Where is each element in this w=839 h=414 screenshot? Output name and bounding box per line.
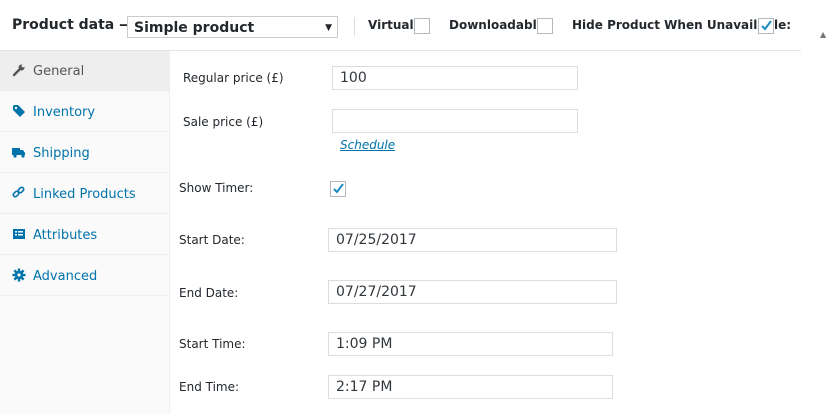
end-date-label: End Date: [179,286,239,300]
product-data-panel: Product data — Simple product ▼ Virtual:… [0,0,801,414]
virtual-checkbox[interactable] [414,18,430,34]
product-data-header: Product data — Simple product ▼ Virtual:… [0,0,801,51]
end-time-label: End Time: [179,380,240,394]
truck-icon [12,148,25,158]
tab-label: Linked Products [33,187,136,202]
tab-shipping[interactable]: Shipping [0,133,169,173]
show-timer-checkbox[interactable] [330,181,346,197]
start-date-label: Start Date: [179,233,245,247]
hide-product-checkbox[interactable] [758,18,774,34]
end-date-input[interactable]: 07/27/2017 [328,280,617,304]
tab-inventory[interactable]: Inventory [0,92,169,132]
sale-price-label: Sale price (£) [183,115,264,129]
checkmark-icon [333,183,344,194]
tab-general[interactable]: General [0,51,169,91]
sale-price-input[interactable] [332,109,578,133]
tab-attributes[interactable]: Attributes [0,215,169,255]
start-time-label: Start Time: [179,337,246,351]
panel-title: Product data — [12,17,134,33]
end-time-input[interactable]: 2:17 PM [328,375,613,399]
tab-label: Advanced [33,269,98,284]
tab-label: Inventory [33,105,96,120]
tab-advanced[interactable]: Advanced [0,256,169,296]
downloadable-checkbox[interactable] [537,18,553,34]
downloadable-label: Downloadable: [449,18,550,32]
collapse-toggle-icon[interactable]: ▲ [820,30,826,39]
link-icon [12,186,25,198]
virtual-label: Virtual: [368,18,419,32]
product-type-select[interactable]: Simple product ▼ [127,16,338,38]
show-timer-label: Show Timer: [179,181,254,195]
header-divider [354,17,355,36]
schedule-link[interactable]: Schedule [340,138,395,152]
product-data-tabs: General Inventory Shipping Linked Produc… [0,51,170,414]
tag-icon [13,105,25,117]
start-time-input[interactable]: 1:09 PM [328,332,613,356]
checkmark-icon [761,20,772,31]
regular-price-label: Regular price (£) [183,71,284,85]
tab-label: Shipping [33,146,90,161]
chevron-down-icon: ▼ [325,23,332,33]
tab-label: General [33,64,85,79]
gear-icon [12,268,26,282]
regular-price-input[interactable]: 100 [332,66,578,90]
wrench-icon [12,64,25,77]
start-date-input[interactable]: 07/25/2017 [328,228,617,252]
list-icon [13,229,25,239]
tab-linked-products[interactable]: Linked Products [0,174,169,214]
tab-label: Attributes [33,228,98,243]
product-type-value: Simple product [134,20,255,36]
